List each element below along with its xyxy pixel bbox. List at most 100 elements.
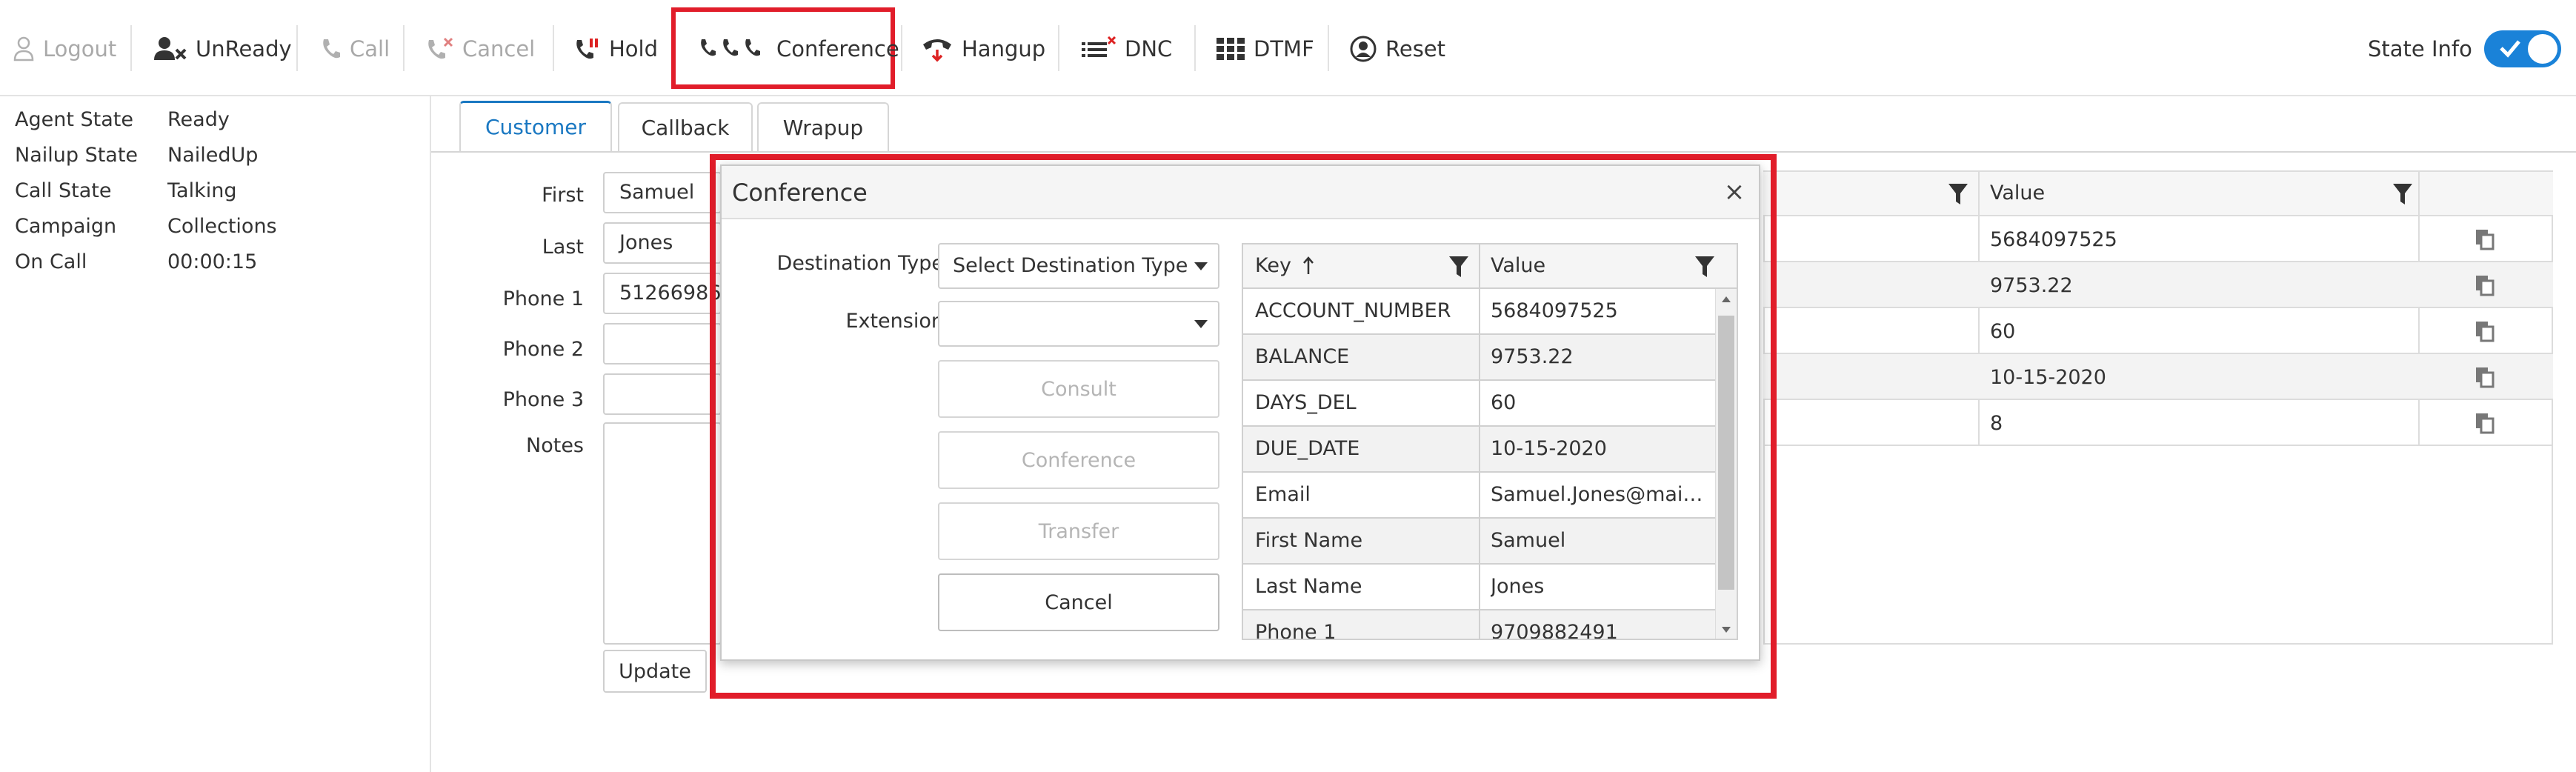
copy-icon[interactable] [2475,274,2495,296]
unready-button[interactable]: UnReady [154,27,292,71]
consult-button[interactable]: Consult [938,360,1219,418]
filter-icon[interactable] [1449,256,1468,279]
filter-icon[interactable] [2393,184,2412,206]
destination-type-select[interactable]: Select Destination Type [938,243,1219,289]
on-call-row: On Call 00:00:15 [15,250,258,273]
update-button[interactable]: Update [603,650,707,693]
toggle-knob [2527,34,2557,64]
user-outline-icon [13,36,34,61]
toolbar-divider [1058,25,1059,71]
call-state-row: Call State Talking [15,179,237,202]
extension-select[interactable] [938,301,1219,347]
scroll-up-icon[interactable] [1722,296,1731,302]
user-circle-icon [1350,36,1377,62]
last-label: Last [542,236,584,259]
dnc-button[interactable]: DNC [1082,27,1172,71]
phone3-label: Phone 3 [502,388,584,411]
grid-scrollbar[interactable] [1715,289,1737,639]
tab-callback[interactable]: Callback [618,102,753,151]
hold-button[interactable]: Hold [575,27,658,71]
state-info: State Info [2368,27,2561,71]
key-column-header[interactable]: Key [1255,244,1291,287]
copy-icon[interactable] [2475,320,2495,342]
filter-icon[interactable] [1948,184,1968,206]
phone1-label: Phone 1 [502,287,584,310]
table-cell: 60 [1990,320,2016,343]
value-column-header[interactable]: Value [1491,244,1545,287]
filter-icon[interactable] [1695,256,1714,279]
toolbar: Logout UnReady Call Cancel Hold Conferen… [0,0,2576,96]
user-x-icon [154,37,187,60]
keypad-icon [1217,38,1245,60]
extension-label: Extension [845,310,944,333]
conference-submit-button[interactable]: Conference [938,431,1219,489]
first-name-input[interactable]: Samuel [603,172,722,213]
table-cell: 5684097525 [1990,228,2117,251]
phone-cancel-icon [428,37,453,59]
customer-grid-header: Value [1763,172,2553,216]
phone-hold-icon [576,39,598,59]
hangup-button[interactable]: Hangup [922,27,1045,71]
agent-state-row: Agent State Ready [15,108,230,131]
toolbar-divider [403,25,405,71]
phone2-input[interactable] [603,323,722,365]
sort-ascending-icon[interactable] [1302,256,1314,276]
logout-button[interactable]: Logout [13,27,116,71]
chevron-down-icon [1194,320,1208,328]
copy-icon[interactable] [2475,412,2495,434]
dialog-title: Conference [732,179,868,207]
dnc-list-icon [1082,36,1116,57]
first-label: First [542,184,584,207]
call-button[interactable]: Call [320,27,390,71]
dialog-titlebar: Conference × [722,166,1759,219]
notes-label: Notes [526,434,584,457]
table-cell: 8 [1990,412,2003,435]
dtmf-button[interactable]: DTMF [1217,27,1314,71]
table-row [1763,262,2553,308]
state-info-toggle[interactable] [2483,30,2561,67]
copy-icon[interactable] [2475,366,2495,388]
cancel-button[interactable]: Cancel [938,573,1219,631]
grid-header: Key Value [1243,244,1737,289]
notes-textarea[interactable] [603,422,722,645]
scroll-down-icon[interactable] [1722,627,1731,633]
phone1-input[interactable]: 512669864 [603,273,722,314]
toolbar-divider [901,25,902,71]
tab-wrapup[interactable]: Wrapup [757,102,889,151]
value-column-header: Value [1990,182,2046,204]
copy-icon[interactable] [2475,228,2495,250]
phone-icon [323,39,340,59]
scrollbar-thumb[interactable] [1718,316,1734,590]
hangup-icon [923,39,951,62]
table-row [1763,354,2553,400]
tab-customer[interactable]: Customer [459,101,612,151]
close-icon[interactable]: × [1717,175,1751,209]
table-row [1763,216,2553,262]
grid-divider [1479,244,1480,639]
tabs-underline [431,151,2576,153]
last-name-input[interactable]: Jones [603,222,722,264]
toolbar-divider [553,25,554,71]
cancel-call-button[interactable]: Cancel [427,27,535,71]
table-cell: 9753.22 [1990,274,2073,297]
transfer-button[interactable]: Transfer [938,502,1219,560]
check-icon [2500,40,2520,58]
phone2-label: Phone 2 [502,338,584,361]
reset-button[interactable]: Reset [1350,27,1445,71]
campaign-row: Campaign Collections [15,215,277,238]
chevron-down-icon [1194,262,1208,270]
conference-dialog: Conference × Destination Type Select Des… [720,164,1760,661]
conference-phones-icon [701,39,760,56]
toolbar-divider [1328,25,1329,71]
phone3-input[interactable] [603,373,722,415]
destination-type-label: Destination Type [776,252,944,275]
toolbar-divider [1194,25,1196,71]
table-row [1763,308,2553,354]
toolbar-divider [130,25,132,71]
nailup-state-row: Nailup State NailedUp [15,144,259,167]
table-cell: 10-15-2020 [1990,366,2106,389]
state-info-label: State Info [2368,36,2472,61]
table-row [1763,400,2553,446]
call-data-grid: Key Value ACCOUNT_NUMBER 5684097525 BALAN… [1242,243,1738,640]
conference-button[interactable]: Conference [699,27,899,71]
